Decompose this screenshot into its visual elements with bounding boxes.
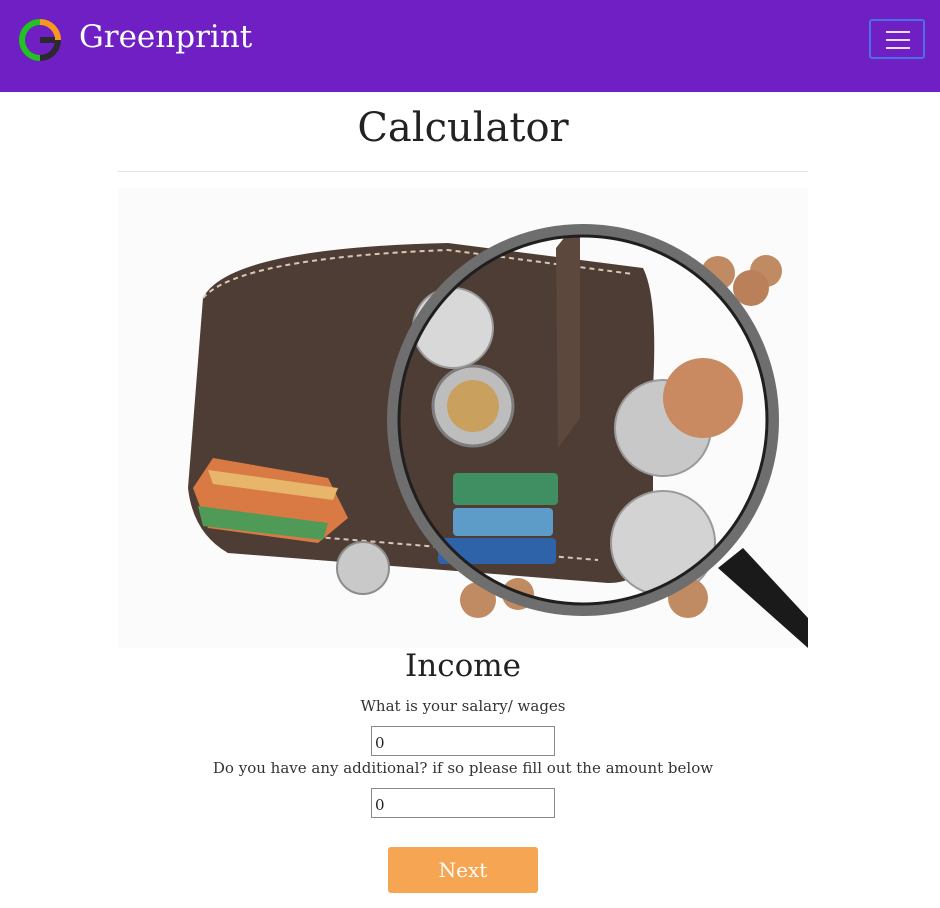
brand-name[interactable]: Greenprint: [79, 17, 252, 57]
salary-label: What is your salary/ wages: [360, 697, 566, 715]
additional-income-input[interactable]: [371, 788, 555, 818]
additional-income-label: Do you have any additional? if so please…: [212, 759, 714, 777]
title-divider: [118, 171, 808, 172]
page-title: Calculator: [357, 105, 569, 151]
salary-input[interactable]: [371, 726, 555, 756]
menu-toggle-button[interactable]: [869, 19, 925, 59]
wallet-magnifier-image: [118, 188, 808, 648]
greenprint-logo-icon[interactable]: [18, 18, 62, 62]
next-button[interactable]: Next: [388, 847, 538, 893]
income-heading: Income: [405, 648, 521, 684]
top-navbar: Greenprint: [0, 0, 940, 92]
